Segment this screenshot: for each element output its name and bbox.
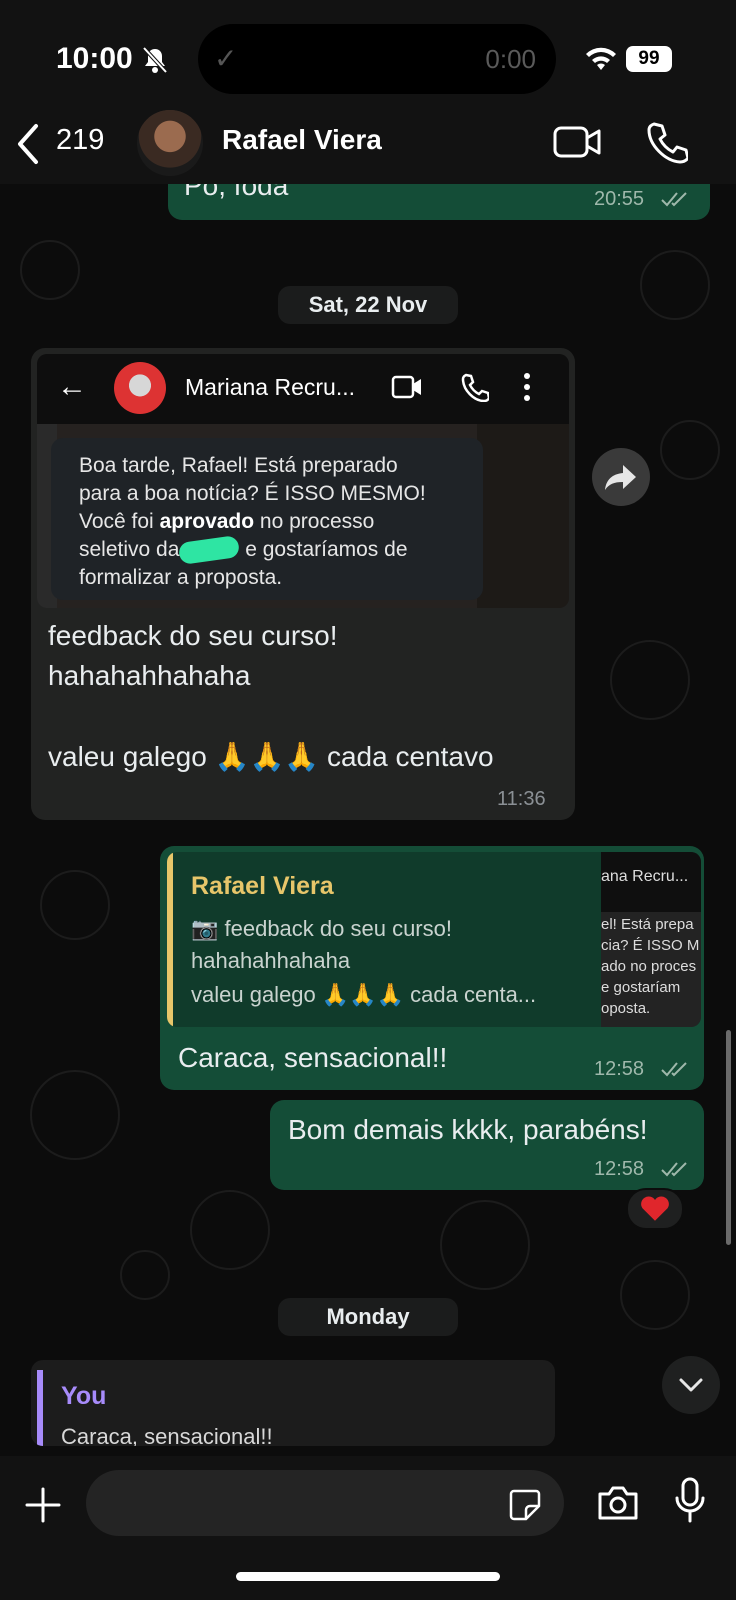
phone-icon <box>461 373 489 402</box>
camera-icon[interactable] <box>596 1484 640 1522</box>
text-segment: e gostaríamos de <box>239 538 408 561</box>
quote-thumbnail: ana Recru... el! Está prepa cia? É ISSO … <box>601 852 701 1027</box>
reply-accent-bar <box>37 1370 43 1446</box>
bell-muted-icon <box>142 46 168 74</box>
thumb-line: cia? É ISSO M <box>601 937 700 954</box>
plus-icon[interactable] <box>24 1486 62 1524</box>
screenshot-line: para a boa notícia? É ISSO MESMO! <box>79 482 426 505</box>
message-bubble-outgoing[interactable]: Bom demais kkkk, parabéns! 12:58 <box>270 1100 704 1190</box>
scrollbar[interactable] <box>726 1030 731 1245</box>
sticker-icon[interactable] <box>508 1488 542 1522</box>
contact-avatar[interactable] <box>137 110 203 176</box>
thumb-text: el! Está prepa cia? É ISSO M ado no proc… <box>601 914 701 1019</box>
thumb-line: ado no proces <box>601 958 697 975</box>
screenshot-line: seletivo da e gostaríamos de <box>79 535 465 566</box>
thumb-line: oposta. <box>601 1000 651 1017</box>
message-time: 20:55 <box>594 188 645 210</box>
text-segment: Você foi <box>79 510 160 533</box>
video-call-icon[interactable] <box>553 124 603 160</box>
screenshot-header: ← Mariana Recru... <box>37 354 569 424</box>
message-time: 11:36 <box>497 788 546 810</box>
status-bar: 10:00 ✓ 0:00 99 <box>0 0 736 118</box>
more-vertical-icon <box>524 373 530 401</box>
screenshot-image[interactable]: ← Mariana Recru... Boa tarde, Rafael! Es… <box>37 354 569 608</box>
read-ticks-icon <box>661 192 687 207</box>
redaction-mark <box>178 535 241 566</box>
heart-icon <box>641 1196 669 1221</box>
header-content: 219 Rafael Viera <box>0 110 736 184</box>
message-line: feedback do seu curso! <box>48 620 338 651</box>
composer-bar <box>0 1456 736 1600</box>
reaction-badge[interactable] <box>626 1188 684 1230</box>
scroll-to-bottom-button[interactable] <box>662 1356 720 1414</box>
reply-text: Caraca, sensacional!! <box>61 1424 273 1446</box>
date-separator: Sat, 22 Nov <box>278 286 458 324</box>
quote-author: Rafael Viera <box>191 872 334 900</box>
home-indicator[interactable] <box>236 1572 500 1581</box>
wifi-icon <box>586 47 616 70</box>
thumb-line: e gostaríam <box>601 979 681 996</box>
message-time: 12:58 <box>594 1058 645 1080</box>
quote-line: valeu galego 🙏🙏🙏 cada centa... <box>191 982 537 1007</box>
screenshot-line: Boa tarde, Rafael! Está preparado <box>79 454 398 477</box>
reply-preview[interactable]: You Caraca, sensacional!! <box>31 1360 555 1446</box>
screenshot-message: Boa tarde, Rafael! Está preparado para a… <box>51 438 483 600</box>
forward-button[interactable] <box>592 448 650 506</box>
reply-author: You <box>61 1382 107 1410</box>
arrow-left-icon: ← <box>57 370 87 403</box>
bold-text: aprovado <box>159 510 255 533</box>
read-ticks-icon <box>661 1062 687 1077</box>
microphone-icon[interactable] <box>674 1476 706 1524</box>
screenshot-line: formalizar a proposta. <box>79 566 283 589</box>
screenshot-avatar <box>114 362 166 414</box>
video-icon <box>391 375 421 399</box>
screenshot-line: Você foi aprovado no processo <box>79 508 465 536</box>
read-ticks-icon <box>661 1162 687 1177</box>
chevron-down-icon <box>679 1378 703 1392</box>
quote-line: 📷 feedback do seu curso! <box>191 916 452 941</box>
forward-arrow-icon <box>605 465 636 490</box>
thumb-line: el! Está prepa <box>601 916 694 933</box>
status-time: 10:00 <box>56 42 133 75</box>
battery-icon: 99 <box>626 46 672 72</box>
thumb-header: ana Recru... <box>601 852 701 912</box>
message-input[interactable] <box>86 1470 564 1536</box>
screenshot-contact-name: Mariana Recru... <box>185 374 356 400</box>
message-text: Caraca, sensacional!! <box>178 1042 448 1073</box>
back-chevron-icon[interactable] <box>14 122 44 166</box>
dynamic-island[interactable]: ✓ 0:00 <box>198 24 556 94</box>
contact-name[interactable]: Rafael Viera <box>222 124 382 156</box>
message-text: Bom demais kkkk, parabéns! <box>288 1114 648 1145</box>
quote-line: hahahahhahaha <box>191 948 351 973</box>
unread-count[interactable]: 219 <box>56 124 104 157</box>
date-separator: Monday <box>278 1298 458 1336</box>
island-timer: 0:00 <box>485 44 536 74</box>
message-line: valeu galego 🙏🙏🙏 cada centavo <box>48 741 494 772</box>
phone-call-icon[interactable] <box>646 120 688 164</box>
quote-accent-bar <box>167 852 173 1027</box>
quoted-message[interactable]: Rafael Viera 📷 feedback do seu curso! ha… <box>167 852 701 1027</box>
message-line: hahahahhahaha <box>48 660 251 691</box>
check-icon: ✓ <box>214 43 238 74</box>
text-segment: seletivo da <box>79 538 180 561</box>
message-time: 12:58 <box>594 1158 645 1180</box>
text-segment: no processo <box>254 510 375 533</box>
